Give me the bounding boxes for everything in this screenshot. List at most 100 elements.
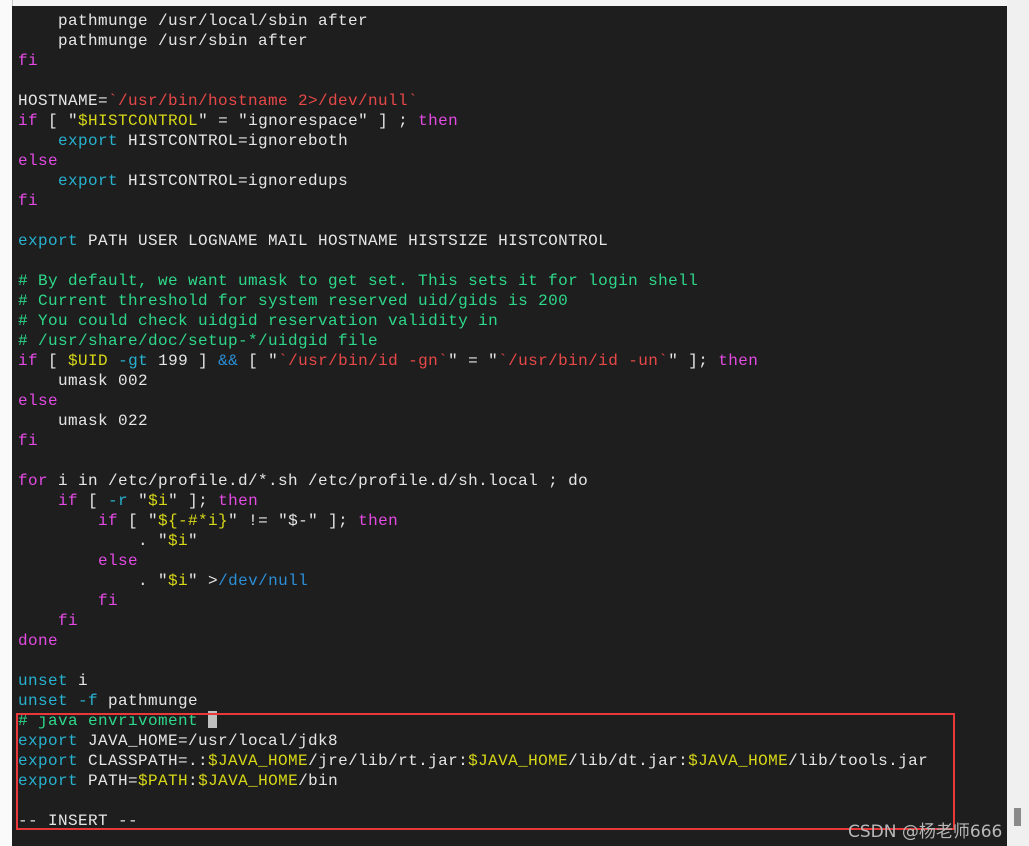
code-token: pathmunge /usr/sbin after	[18, 32, 309, 50]
code-token: if	[18, 112, 39, 130]
code-line: fi	[18, 611, 928, 631]
code-token: then	[718, 352, 759, 370]
code-token: # Current threshold for system reserved …	[18, 292, 569, 310]
code-token: [	[38, 352, 69, 370]
code-token: for	[18, 472, 49, 490]
code-token: i	[68, 672, 89, 690]
code-token: `/usr/bin/id -un`	[498, 352, 669, 370]
code-line: unset i	[18, 671, 928, 691]
code-line: else	[18, 391, 928, 411]
code-token: . "	[18, 572, 169, 590]
code-line: if [ $UID -gt 199 ] && [ "`/usr/bin/id -…	[18, 351, 928, 371]
code-token: . "	[18, 532, 169, 550]
code-token: then	[218, 492, 259, 510]
code-line: export PATH USER LOGNAME MAIL HOSTNAME H…	[18, 231, 928, 251]
code-line: if [ "$HISTCONTROL" = "ignorespace" ] ; …	[18, 111, 928, 131]
code-line: # Current threshold for system reserved …	[18, 291, 928, 311]
code-line: pathmunge /usr/sbin after	[18, 31, 928, 51]
code-token: else	[18, 152, 59, 170]
code-token: fi	[58, 612, 79, 630]
code-token: then	[418, 112, 459, 130]
code-token: else	[18, 392, 59, 410]
code-token: $UID	[68, 352, 109, 370]
code-token: export	[58, 172, 119, 190]
code-line: unset -f pathmunge	[18, 691, 928, 711]
code-token: -gt	[118, 352, 149, 370]
code-line: # You could check uidgid reservation val…	[18, 311, 928, 331]
code-token: " ];	[168, 492, 219, 510]
code-token: " >	[188, 572, 219, 590]
code-token: if	[58, 492, 79, 510]
code-token: then	[358, 512, 399, 530]
code-line: # /usr/share/doc/setup-*/uidgid file	[18, 331, 928, 351]
code-line: else	[18, 551, 928, 571]
code-token: [ "	[238, 352, 279, 370]
code-line: done	[18, 631, 928, 651]
code-token: /dev/null	[218, 572, 309, 590]
code-token: fi	[18, 192, 39, 210]
code-line: HOSTNAME=`/usr/bin/hostname 2>/dev/null`	[18, 91, 928, 111]
code-token: " != "$-" ];	[228, 512, 359, 530]
code-token: fi	[98, 592, 119, 610]
highlight-box-java-env	[16, 713, 955, 830]
scrollbar-thumb[interactable]	[1014, 808, 1021, 826]
code-token: [ "	[118, 512, 159, 530]
code-line: fi	[18, 51, 928, 71]
code-line: for i in /etc/profile.d/*.sh /etc/profil…	[18, 471, 928, 491]
code-token: `/usr/bin/id -gn`	[278, 352, 449, 370]
code-token: umask 022	[18, 412, 149, 430]
code-token: HISTCONTROL=ignoredups	[118, 172, 349, 190]
code-token: [ "	[38, 112, 79, 130]
right-scrollbar-track[interactable]	[1007, 0, 1029, 846]
code-token: if	[98, 512, 119, 530]
code-token: PATH USER LOGNAME MAIL HOSTNAME HISTSIZE…	[78, 232, 609, 250]
code-line: export HISTCONTROL=ignoredups	[18, 171, 928, 191]
code-token: $i	[168, 532, 189, 550]
code-token: $HISTCONTROL	[78, 112, 199, 130]
code-token: "	[188, 532, 199, 550]
code-line: . "$i"	[18, 531, 928, 551]
code-token: "	[128, 492, 149, 510]
code-token: umask 002	[18, 372, 149, 390]
watermark: CSDN @杨老师666	[848, 822, 1003, 842]
code-token: export	[58, 132, 119, 150]
code-token: pathmunge /usr/local/sbin after	[18, 12, 369, 30]
code-token: fi	[18, 432, 39, 450]
code-token: $i	[168, 572, 189, 590]
code-line: if [ -r "$i" ]; then	[18, 491, 928, 511]
code-token: `/usr/bin/hostname 2>/dev/null`	[108, 92, 419, 110]
code-line: umask 022	[18, 411, 928, 431]
code-token: " = "ignorespace" ] ;	[198, 112, 419, 130]
code-line: if [ "${-#*i}" != "$-" ]; then	[18, 511, 928, 531]
code-token: # By default, we want umask to get set. …	[18, 272, 699, 290]
code-line: umask 002	[18, 371, 928, 391]
code-token: pathmunge	[98, 692, 199, 710]
code-line: export HISTCONTROL=ignoreboth	[18, 131, 928, 151]
code-token: if	[18, 352, 39, 370]
code-token: [	[78, 492, 109, 510]
code-token: -f	[78, 692, 99, 710]
file-content[interactable]: pathmunge /usr/local/sbin after pathmung…	[18, 11, 928, 831]
code-token: " ];	[668, 352, 719, 370]
code-token: 199 ]	[148, 352, 219, 370]
code-token: HISTCONTROL=ignoreboth	[118, 132, 349, 150]
code-line: fi	[18, 591, 928, 611]
code-token: export	[18, 232, 79, 250]
code-token: $i	[148, 492, 169, 510]
code-token: &&	[218, 352, 239, 370]
code-token: HOSTNAME=	[18, 92, 109, 110]
code-token: unset	[18, 692, 69, 710]
code-token: " = "	[448, 352, 499, 370]
code-line: . "$i" >/dev/null	[18, 571, 928, 591]
